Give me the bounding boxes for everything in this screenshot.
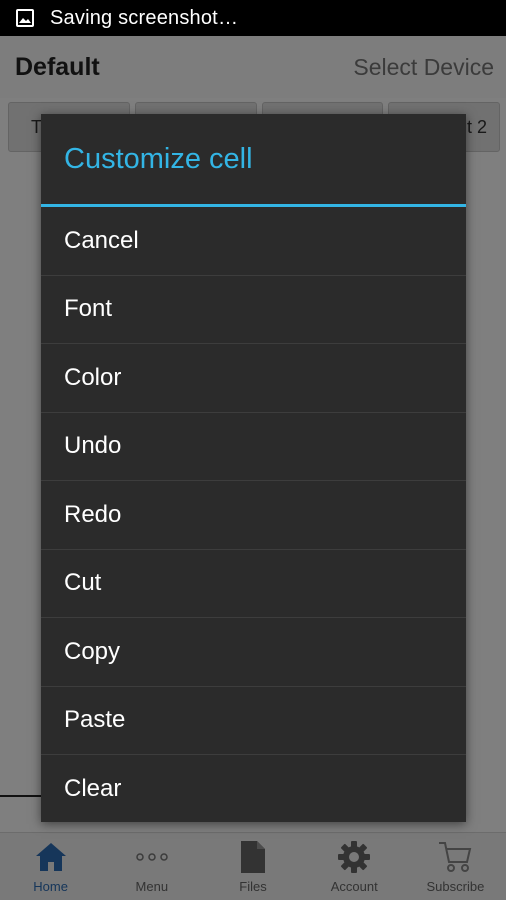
- status-bar: Saving screenshot…: [0, 0, 506, 36]
- menu-item-cut[interactable]: Cut: [41, 550, 466, 618]
- menu-item-cancel[interactable]: Cancel: [41, 207, 466, 276]
- menu-item-copy[interactable]: Copy: [41, 618, 466, 687]
- menu-item-clear[interactable]: Clear: [41, 755, 466, 824]
- menu-item-redo[interactable]: Redo: [41, 481, 466, 550]
- status-text: Saving screenshot…: [50, 6, 239, 29]
- dialog-title: Customize cell: [64, 142, 253, 175]
- menu-item-paste[interactable]: Paste: [41, 687, 466, 755]
- menu-item-font[interactable]: Font: [41, 276, 466, 344]
- customize-cell-dialog: Customize cell Cancel Font Color Undo Re…: [41, 114, 466, 822]
- menu-item-color[interactable]: Color: [41, 344, 466, 413]
- menu-item-undo[interactable]: Undo: [41, 413, 466, 481]
- screenshot-icon: [16, 9, 34, 27]
